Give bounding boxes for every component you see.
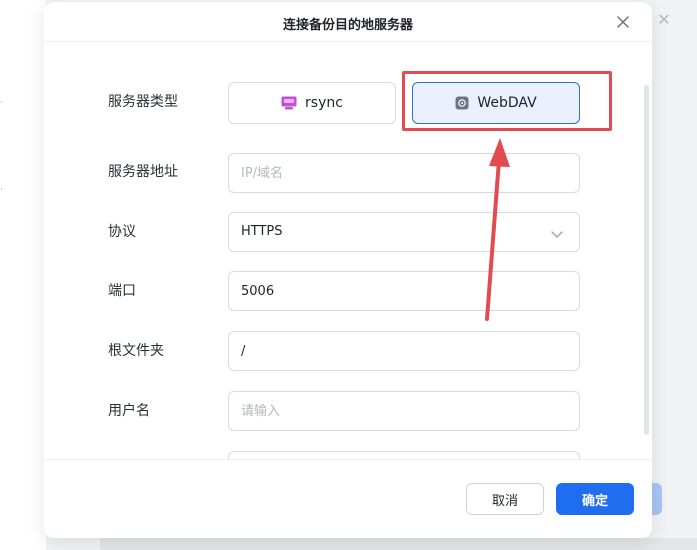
webdav-icon xyxy=(455,96,469,110)
server-type-webdav-label: WebDAV xyxy=(477,95,537,111)
background-fragment: · xyxy=(0,185,3,195)
server-type-label: 服务器类型 xyxy=(108,94,178,110)
server-type-webdav-button[interactable]: WebDAV xyxy=(412,82,580,124)
dialog-header: 连接备份目的地服务器 xyxy=(44,2,652,42)
close-button[interactable] xyxy=(613,12,633,32)
server-type-rsync-button[interactable]: rsync xyxy=(228,82,396,124)
rsync-icon xyxy=(281,96,297,110)
cancel-button[interactable]: 取消 xyxy=(466,483,544,515)
protocol-select[interactable]: HTTPS xyxy=(228,212,580,252)
dialog-body: 服务器类型 rsync WebDAV 服务器地址 协议 HTTPS xyxy=(44,43,652,459)
root-folder-label: 根文件夹 xyxy=(108,343,164,359)
protocol-selected-value: HTTPS xyxy=(241,224,283,239)
background-close-icon: ✕ xyxy=(657,10,671,29)
server-type-rsync-label: rsync xyxy=(305,95,343,111)
port-input[interactable] xyxy=(228,271,580,311)
connect-backup-server-dialog: 连接备份目的地服务器 服务器类型 rsync WebDAV 服务器地址 IP/域… xyxy=(44,2,652,538)
confirm-button[interactable]: 确定 xyxy=(556,483,634,515)
username-label: 用户名 xyxy=(108,403,150,419)
chevron-down-icon xyxy=(551,231,563,238)
background-sidebar xyxy=(0,0,46,550)
background-fragment: · xyxy=(0,98,3,108)
server-address-input[interactable] xyxy=(228,153,580,193)
root-folder-input[interactable] xyxy=(228,331,580,371)
dialog-title: 连接备份目的地服务器 xyxy=(282,18,413,33)
background-footer xyxy=(100,538,697,550)
port-label: 端口 xyxy=(108,283,136,299)
protocol-label: 协议 xyxy=(108,224,136,240)
close-icon xyxy=(617,16,629,28)
server-address-label: 服务器地址 xyxy=(108,164,178,180)
scrollbar[interactable] xyxy=(644,85,649,435)
password-input-partial[interactable] xyxy=(228,451,580,459)
username-input[interactable] xyxy=(228,391,580,431)
